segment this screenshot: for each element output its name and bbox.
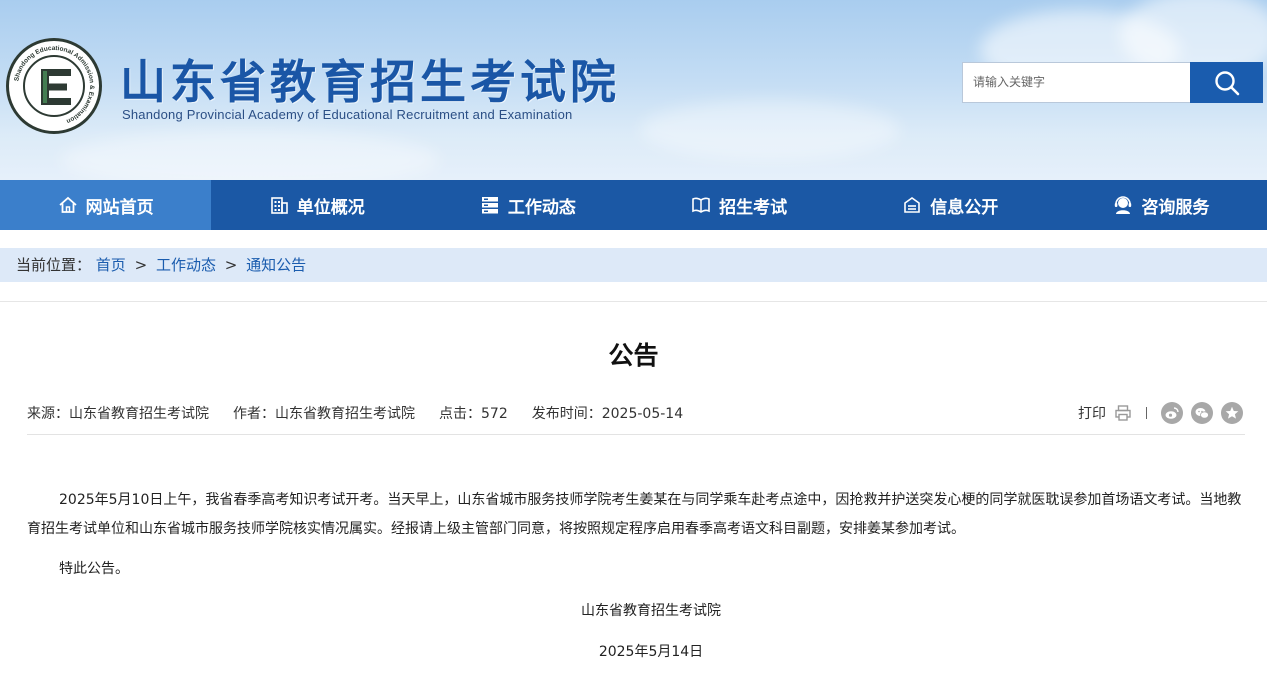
site-logo[interactable]: Shandong Educational Admission & Examina… xyxy=(6,38,102,134)
book-icon xyxy=(692,197,710,213)
divider xyxy=(0,301,1267,302)
main-nav: 网站首页 单位概况 工作动态 招生考试 信息公开 咨询服务 xyxy=(0,180,1267,230)
favorite-button[interactable] xyxy=(1221,402,1243,424)
server-icon xyxy=(481,197,498,214)
article-tools: 打印 xyxy=(1078,402,1243,424)
printer-icon[interactable] xyxy=(1114,404,1132,422)
breadcrumb-separator: > xyxy=(134,256,148,274)
building-icon xyxy=(270,197,288,214)
support-icon xyxy=(1115,196,1132,214)
breadcrumb-prefix: 当前位置： xyxy=(16,256,92,274)
site-header: Shandong Educational Admission & Examina… xyxy=(0,0,1267,180)
nav-item-news[interactable]: 工作动态 xyxy=(422,180,633,230)
nav-item-consult[interactable]: 咨询服务 xyxy=(1056,180,1267,230)
meta-date: 发布时间：2025-05-14 xyxy=(531,406,684,422)
tools-divider xyxy=(1146,407,1147,419)
breadcrumb: 当前位置： 首页 > 工作动态 > 通知公告 xyxy=(0,248,1267,282)
divider xyxy=(27,434,1245,435)
star-icon xyxy=(1225,406,1239,419)
site-subtitle: Shandong Provincial Academy of Education… xyxy=(122,107,573,122)
article-body: 2025年5月10日上午，我省春季高考知识考试开考。当天早上，山东省城市服务技师… xyxy=(27,492,1242,537)
nav-item-label: 单位概况 xyxy=(296,197,365,218)
nav-item-disclosure[interactable]: 信息公开 xyxy=(845,180,1056,230)
nav-item-label: 网站首页 xyxy=(85,197,154,218)
wechat-share-button[interactable] xyxy=(1191,402,1213,424)
meta-source: 来源：山东省教育招生考试院 xyxy=(27,406,209,422)
nav-item-admission[interactable]: 招生考试 xyxy=(634,180,845,230)
search-button[interactable] xyxy=(1190,62,1263,103)
nav-item-label: 信息公开 xyxy=(930,197,999,218)
breadcrumb-link-home[interactable]: 首页 xyxy=(96,256,126,274)
search-input[interactable]: 请输入关键字 xyxy=(962,62,1191,103)
breadcrumb-separator: > xyxy=(224,256,238,274)
signature-org: 山东省教育招生考试院 xyxy=(581,603,721,619)
article-meta: 来源：山东省教育招生考试院 作者：山东省教育招生考试院 点击：572 发布时间：… xyxy=(27,403,707,423)
nav-item-label: 咨询服务 xyxy=(1141,197,1210,218)
article-closing: 特此公告。 xyxy=(59,561,129,577)
meta-clicks: 点击：572 xyxy=(439,406,508,422)
weibo-icon xyxy=(1165,407,1179,419)
article-title: 公告 xyxy=(608,341,659,370)
nav-item-label: 工作动态 xyxy=(507,197,576,218)
print-label[interactable]: 打印 xyxy=(1078,403,1106,423)
nav-item-label: 招生考试 xyxy=(719,197,788,218)
logo-e-mark xyxy=(41,69,71,105)
weibo-share-button[interactable] xyxy=(1161,402,1183,424)
nav-item-home[interactable]: 网站首页 xyxy=(0,180,212,230)
site-title: 山东省教育招生考试院 xyxy=(120,55,620,109)
signature-date: 2025年5月14日 xyxy=(598,644,704,660)
nav-item-about[interactable]: 单位概况 xyxy=(211,180,422,230)
search-icon xyxy=(1214,70,1239,95)
logo-inner-circle xyxy=(23,55,85,117)
cloud-decoration xyxy=(640,100,900,160)
breadcrumb-link-notices[interactable]: 通知公告 xyxy=(246,256,306,274)
inbox-icon xyxy=(904,197,921,213)
cloud-decoration xyxy=(60,130,440,180)
wechat-icon xyxy=(1195,408,1209,419)
meta-author: 作者：山东省教育招生考试院 xyxy=(233,406,415,422)
home-icon xyxy=(58,196,77,213)
breadcrumb-link-news[interactable]: 工作动态 xyxy=(156,256,216,274)
